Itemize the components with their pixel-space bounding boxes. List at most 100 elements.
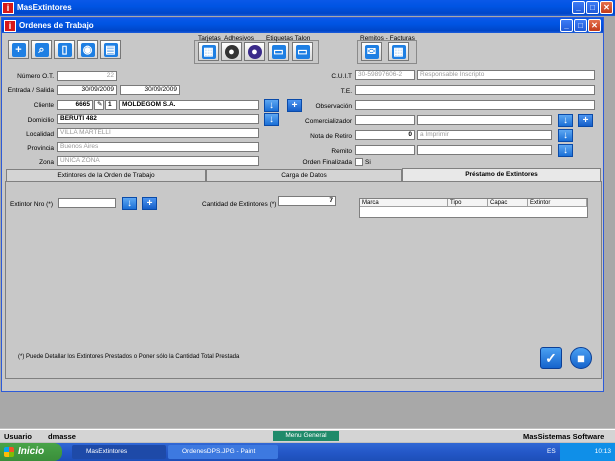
si-label: Si xyxy=(365,159,371,166)
document-icon: ▯ xyxy=(57,42,72,57)
grid-header-capac[interactable]: Capac xyxy=(488,199,528,207)
company-name: MasSistemas Software xyxy=(523,432,605,441)
comercializador-down-button[interactable]: ↓ xyxy=(558,114,573,127)
task-paint[interactable]: OrdenesDPS.JPG - Paint xyxy=(168,445,278,459)
etiquetas-button[interactable]: ▭ xyxy=(268,42,289,61)
cuit-label: C.U.I.T xyxy=(331,73,352,80)
child-close-button[interactable]: ✕ xyxy=(588,19,601,32)
taskbar: Inicio MasExtintores OrdenesDPS.JPG - Pa… xyxy=(0,443,615,461)
domicilio-down-button[interactable]: ↓ xyxy=(264,113,279,126)
prestamo-grid[interactable]: Marca Tipo Capac Extintor xyxy=(359,198,588,218)
child-minimize-button[interactable]: _ xyxy=(560,19,573,32)
comercializador-add-button[interactable]: + xyxy=(578,114,593,127)
observacion-field[interactable] xyxy=(355,100,595,110)
comercializador-name-field[interactable] xyxy=(417,115,552,125)
language-indicator[interactable]: ES xyxy=(547,448,556,455)
tab-extintores-orden[interactable]: Extintores de la Orden de Trabajo xyxy=(6,169,206,181)
cliente-code-field[interactable]: 6665 xyxy=(57,100,93,110)
calculator-icon: ▦ xyxy=(391,44,406,59)
label-icon: ▭ xyxy=(295,44,310,59)
remito-num-field[interactable] xyxy=(355,145,415,155)
maximize-button[interactable]: □ xyxy=(586,1,599,14)
grid-header-marca[interactable]: Marca xyxy=(360,199,448,207)
tab-carga-datos[interactable]: Carga de Datos xyxy=(206,169,402,181)
orden-finalizada-label: Orden Finalizada xyxy=(302,159,353,166)
factura-button[interactable]: ▦ xyxy=(388,42,409,61)
nota-retiro-text-field[interactable]: a Imprimir xyxy=(417,130,552,140)
cuit-field[interactable]: 30-59897606-2 xyxy=(355,70,415,80)
mdi-area: i Ordenes de Trabajo _ □ ✕ + ⌕ ▯ ◉ ▤ Tar… xyxy=(0,16,615,428)
entrada-label: Entrada / Salida xyxy=(7,87,54,94)
start-label: Inicio xyxy=(18,446,45,457)
envelope-icon: ✉ xyxy=(364,44,379,59)
numero-ot-field[interactable]: 22 xyxy=(57,71,117,81)
comercializador-code-field[interactable] xyxy=(355,115,415,125)
orden-finalizada-checkbox[interactable] xyxy=(355,158,363,166)
stop-button[interactable]: ◉ xyxy=(77,40,98,59)
stop-icon: ◉ xyxy=(80,42,95,57)
close-button[interactable]: ✕ xyxy=(600,1,613,14)
system-tray: 10:13 xyxy=(560,443,615,461)
adhesivo-2-button[interactable]: ● xyxy=(244,42,265,61)
provincia-label: Provincia xyxy=(27,145,54,152)
adhesivos-label: Adhesivos xyxy=(224,35,254,42)
tab-prestamo-extintores[interactable]: Préstamo de Extintores xyxy=(402,168,601,181)
extintor-nro-label: Extintor Nro (*) xyxy=(10,201,53,208)
tarjetas-button[interactable]: ▦ xyxy=(198,42,219,61)
child-title: Ordenes de Trabajo xyxy=(19,21,94,30)
search-button[interactable]: ⌕ xyxy=(31,40,52,59)
nota-retiro-num-field[interactable]: 0 xyxy=(355,130,415,140)
localidad-field[interactable]: VILLA MARTELLI xyxy=(57,128,259,138)
provincia-field[interactable]: Buenos Aires xyxy=(57,142,259,152)
remitos-label: Remitos - Facturas xyxy=(360,35,415,42)
ordenes-window: i Ordenes de Trabajo _ □ ✕ + ⌕ ▯ ◉ ▤ Tar… xyxy=(1,17,604,392)
remito-down-button[interactable]: ↓ xyxy=(558,144,573,157)
te-field[interactable] xyxy=(355,85,595,95)
confirm-button[interactable]: ✓ xyxy=(540,347,562,369)
entrada-field[interactable]: 30/09/2009 xyxy=(57,85,117,95)
nota-retiro-down-button[interactable]: ↓ xyxy=(558,129,573,142)
te-label: T.E. xyxy=(340,88,352,95)
extintor-add-button[interactable]: + xyxy=(142,197,157,210)
localidad-label: Localidad xyxy=(26,131,54,138)
salida-field[interactable]: 30/09/2009 xyxy=(120,85,180,95)
start-button[interactable]: Inicio xyxy=(0,443,62,461)
nota-retiro-label: Nota de Retiro xyxy=(310,133,352,140)
comercializador-label: Comercializador xyxy=(305,118,352,125)
usuario-value: dmasse xyxy=(48,432,76,441)
child-titlebar: i Ordenes de Trabajo _ □ ✕ xyxy=(2,18,603,33)
grid-header-tipo[interactable]: Tipo xyxy=(448,199,488,207)
adhesivo-1-button[interactable]: ● xyxy=(221,42,242,61)
etiquetas-label: Etiquetas Talon xyxy=(266,35,311,42)
talon-button[interactable]: ▭ xyxy=(292,42,313,61)
grid-header-extintor[interactable]: Extintor xyxy=(528,199,587,207)
pencil-icon[interactable]: ✎ xyxy=(94,100,104,110)
iva-field[interactable]: Responsable Inscripto xyxy=(417,70,595,80)
cliente-sub-field[interactable]: 1 xyxy=(105,100,117,110)
task-masextintores[interactable]: MasExtintores xyxy=(72,445,166,459)
usuario-label: Usuario xyxy=(4,432,32,441)
extintor-nro-field[interactable] xyxy=(58,198,116,208)
zona-field[interactable]: UNICA ZONA xyxy=(57,156,259,166)
minimize-button[interactable]: _ xyxy=(572,1,585,14)
stop-button-bottom[interactable]: ⏹ xyxy=(570,347,592,369)
prestamo-note: (*) Puede Detallar los Extintores Presta… xyxy=(18,354,240,360)
app-icon: i xyxy=(2,2,14,14)
remito-text-field[interactable] xyxy=(417,145,552,155)
menu-general-button[interactable]: Menu General xyxy=(273,431,339,441)
cantidad-field[interactable]: 7 xyxy=(278,196,336,206)
card-icon: ▦ xyxy=(201,44,216,59)
numero-ot-label: Número O.T. xyxy=(17,73,54,80)
zona-label: Zona xyxy=(39,159,54,166)
print-button[interactable]: ▤ xyxy=(100,40,121,59)
extintor-down-button[interactable]: ↓ xyxy=(122,197,137,210)
cliente-name-field[interactable]: MOLDEGOM S.A. xyxy=(119,100,259,110)
new-button[interactable]: + xyxy=(8,40,29,59)
child-maximize-button[interactable]: □ xyxy=(574,19,587,32)
delete-button[interactable]: ▯ xyxy=(54,40,75,59)
observacion-label: Observación xyxy=(315,103,353,110)
domicilio-field[interactable]: BERUTI 482 xyxy=(57,114,259,124)
remito-button[interactable]: ✉ xyxy=(361,42,382,61)
clock: 10:13 xyxy=(594,448,611,455)
cliente-down-button[interactable]: ↓ xyxy=(264,99,279,112)
